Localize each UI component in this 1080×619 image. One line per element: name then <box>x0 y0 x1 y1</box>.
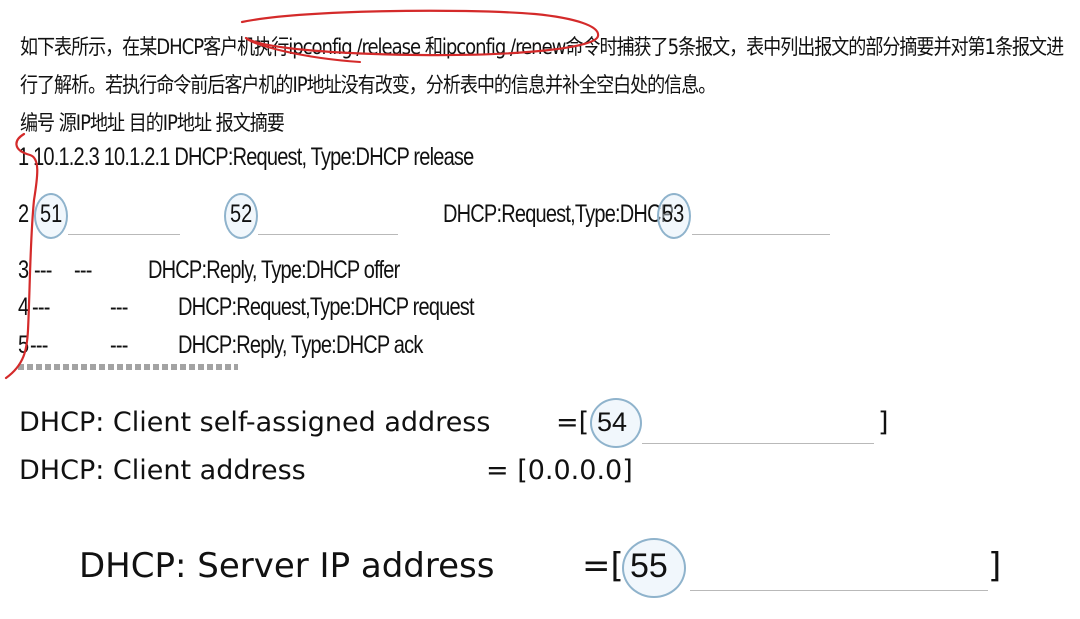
row-4-dst: --- <box>110 293 128 321</box>
blank-54-line[interactable] <box>642 443 874 444</box>
server-ip-close: ] <box>988 546 1002 586</box>
row-3-summary: DHCP:Reply, Type:DHCP offer <box>148 256 400 284</box>
blank-52-line[interactable] <box>258 234 398 235</box>
row-4-src: --- <box>32 293 50 321</box>
blank-53-number: 53 <box>662 200 685 228</box>
row-4-summary: DHCP:Request,Type:DHCP request <box>178 293 475 321</box>
client-address-value: = [0.0.0.0] <box>486 455 633 486</box>
table-row-1: 1 10.1.2.3 10.1.2.1 DHCP:Request, Type:D… <box>18 143 474 171</box>
blank-55-number: 55 <box>630 547 668 585</box>
row-3-src: --- <box>34 256 52 284</box>
blank-51-number: 51 <box>40 200 63 228</box>
cropped-text-fragment <box>18 364 238 370</box>
self-assigned-label: DHCP: Client self-assigned address <box>19 407 491 438</box>
row-2-number: 2 <box>18 200 29 228</box>
row-3-dst: --- <box>74 256 92 284</box>
server-ip-label: DHCP: Server IP address <box>79 546 495 586</box>
row-5-src: --- <box>30 331 48 359</box>
client-address-label: DHCP: Client address <box>19 455 306 486</box>
question-line-1: 如下表所示，在某DHCP客户机执行ipconfig /release 和ipco… <box>20 35 1064 59</box>
blank-52-number: 52 <box>230 200 253 228</box>
blank-55-line[interactable] <box>690 590 988 591</box>
blank-53-line[interactable] <box>692 234 830 235</box>
blank-51-line[interactable] <box>68 234 180 235</box>
self-assigned-close: ] <box>878 407 889 438</box>
question-line-2: 行了解析。若执行命令前后客户机的IP地址没有改变，分析表中的信息并补全空白处的信… <box>20 73 716 97</box>
server-ip-eq: =[ <box>582 546 624 586</box>
row-3-number: 3 <box>18 256 29 284</box>
row-5-summary: DHCP:Reply, Type:DHCP ack <box>178 331 423 359</box>
row-4-number: 4 <box>18 293 29 321</box>
row-5-dst: --- <box>110 331 128 359</box>
self-assigned-eq: =[ <box>556 407 590 438</box>
row-5-number: 5 <box>18 331 29 359</box>
blank-54-number: 54 <box>597 407 628 437</box>
table-header: 编号 源IP地址 目的IP地址 报文摘要 <box>20 111 285 135</box>
row-2-summary: DHCP:Request,Type:DHCP <box>443 200 674 228</box>
